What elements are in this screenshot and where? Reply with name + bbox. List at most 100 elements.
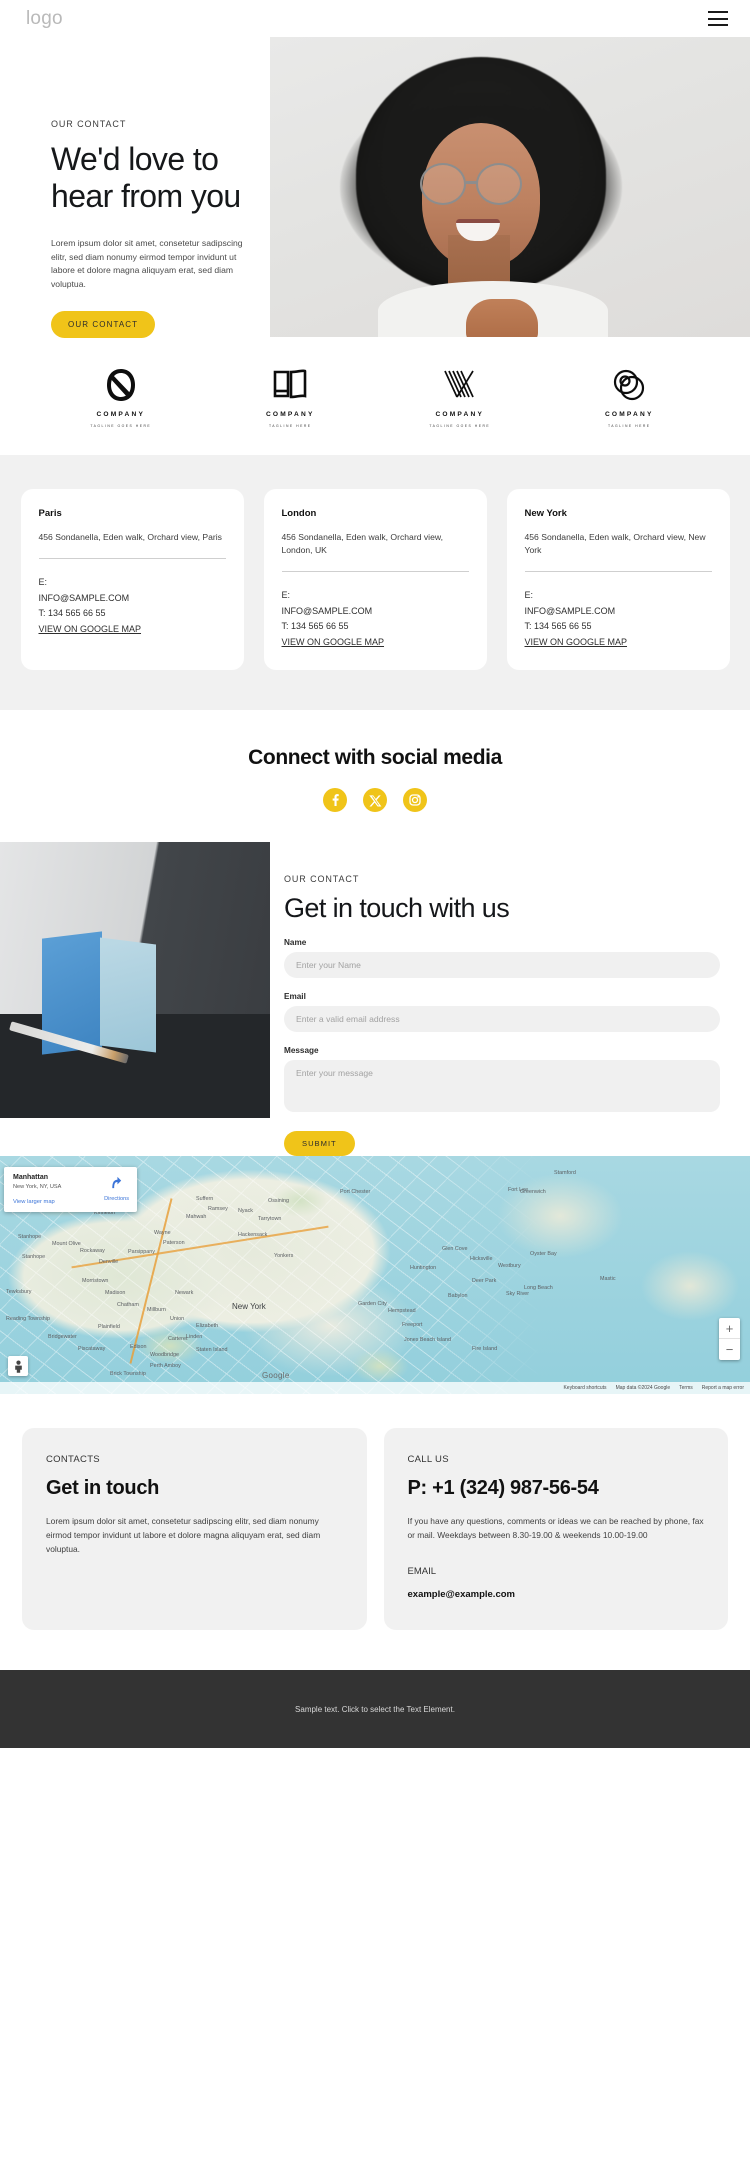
client-logo-item[interactable]: COMPANY TAGLINE GOES HERE [66, 365, 176, 428]
offices-row: Paris 456 Sondanella, Eden walk, Orchard… [20, 489, 730, 670]
office-address: 456 Sondanella, Eden walk, Orchard view,… [281, 532, 443, 555]
office-phone[interactable]: T: 134 565 66 55 [39, 606, 226, 622]
hero-contact-button[interactable]: OUR CONTACT [51, 311, 156, 338]
map-place-label: Edison [130, 1344, 147, 1350]
map-place-label: Rockaway [80, 1248, 105, 1254]
contact-form-section: OUR CONTACT Get in touch with us Name Em… [0, 842, 750, 1156]
divider [524, 571, 712, 572]
instagram-icon[interactable] [403, 788, 427, 812]
submit-button[interactable]: SUBMIT [284, 1131, 355, 1156]
map-place-label: Newark [175, 1290, 194, 1296]
office-phone[interactable]: T: 134 565 66 55 [282, 619, 469, 635]
form-eyebrow: OUR CONTACT [284, 874, 360, 884]
map-place-label: Jones Beach Island [404, 1337, 452, 1343]
office-card-paris: Paris 456 Sondanella, Eden walk, Orchard… [20, 489, 244, 670]
map-place-label: Hempstead [388, 1308, 416, 1314]
map-place-label: Paterson [163, 1240, 185, 1246]
map-place-label: Stanhope [22, 1254, 46, 1260]
site-logo[interactable]: logo [26, 8, 63, 30]
message-label: Message [284, 1046, 319, 1055]
hero-eyebrow: OUR CONTACT [51, 119, 127, 129]
google-wordmark: Google [262, 1371, 290, 1380]
map-place-label: Morristown [82, 1278, 109, 1284]
client-logo-item[interactable]: COMPANY TAGLINE HERE [574, 365, 684, 428]
map-place-label: Westbury [498, 1263, 521, 1269]
map-terms-link[interactable]: Terms [679, 1385, 693, 1391]
map-place-label: Sky River [506, 1291, 530, 1297]
map-place-label: Long Beach [524, 1285, 553, 1291]
message-textarea[interactable] [284, 1060, 720, 1112]
map-place-label: Tewksbury [6, 1289, 32, 1295]
office-map-link[interactable]: VIEW ON GOOGLE MAP [282, 635, 469, 651]
double-circle-logo-icon [611, 365, 647, 405]
client-logo-item[interactable]: COMPANY TAGLINE GOES HERE [405, 365, 515, 428]
striped-v-logo-icon [442, 365, 478, 405]
office-phone[interactable]: T: 134 565 66 55 [525, 619, 712, 635]
office-map-link[interactable]: VIEW ON GOOGLE MAP [39, 622, 226, 638]
map-place-label: Huntington [410, 1265, 437, 1271]
map-attribution-bar: Keyboard shortcuts Map data ©2024 Google… [0, 1382, 750, 1394]
office-card-london: London 456 Sondanella, Eden walk, Orchar… [263, 489, 487, 670]
client-logo-name: COMPANY [435, 410, 485, 418]
x-twitter-icon[interactable] [363, 788, 387, 812]
social-icons-row [0, 788, 750, 812]
map-place-label: Yonkers [274, 1253, 294, 1259]
map-zoom-controls[interactable]: + − [719, 1318, 740, 1360]
map-zoom-in-button[interactable]: + [719, 1318, 740, 1339]
map-place-label: Staten Island [196, 1347, 228, 1353]
map-keyboard-shortcuts[interactable]: Keyboard shortcuts [563, 1385, 606, 1391]
map-place-label: Stanhope [18, 1234, 42, 1240]
office-city: London [281, 508, 317, 519]
google-map-embed[interactable]: New York Newark Yonkers Paterson Kinnelon Sta… [0, 1156, 750, 1394]
facebook-icon[interactable] [323, 788, 347, 812]
call-us-email-label: EMAIL [407, 1566, 437, 1577]
site-footer: Sample text. Click to select the Text El… [0, 1670, 750, 1748]
map-place-label: Oyster Bay [530, 1251, 557, 1257]
divider [38, 558, 226, 559]
map-zoom-out-button[interactable]: − [719, 1339, 740, 1360]
call-us-email[interactable]: example@example.com [408, 1589, 705, 1600]
email-label: Email [284, 992, 306, 1001]
map-place-label: Port Chester [340, 1189, 371, 1195]
map-place-label: Carteret [168, 1336, 188, 1342]
client-logo-name: COMPANY [604, 410, 654, 418]
map-directions-button[interactable]: Directions [104, 1175, 129, 1202]
social-title: Connect with social media [248, 746, 502, 769]
street-view-pegman-icon[interactable] [8, 1356, 28, 1376]
map-place-card: Manhattan New York, NY, USA View larger … [4, 1167, 137, 1212]
call-us-paragraph: If you have any questions, comments or i… [407, 1516, 704, 1540]
office-map-link[interactable]: VIEW ON GOOGLE MAP [525, 635, 712, 651]
office-email[interactable]: INFO@SAMPLE.COM [282, 604, 469, 620]
map-place-label: Woodbridge [150, 1352, 179, 1358]
map-place-label: Union [170, 1316, 185, 1322]
map-place-label: New York [232, 1302, 266, 1311]
hero-portrait-image [270, 37, 750, 337]
hero-copy: OUR CONTACT We'd love to hear from you L… [51, 119, 266, 338]
map-place-label: Babylon [448, 1293, 468, 1299]
stationery-image [0, 842, 270, 1118]
office-city: New York [524, 508, 567, 519]
client-logo-name: COMPANY [96, 410, 146, 418]
office-email[interactable]: INFO@SAMPLE.COM [525, 604, 712, 620]
map-data-credit: Map data ©2024 Google [615, 1385, 671, 1391]
map-directions-label: Directions [104, 1196, 129, 1202]
map-place-label: Ramsey [208, 1206, 228, 1212]
hamburger-menu-icon[interactable] [708, 11, 728, 26]
name-input[interactable] [284, 952, 720, 978]
map-report-error-link[interactable]: Report a map error [702, 1385, 744, 1391]
bottom-contact-section: CONTACTS Get in touch Lorem ipsum dolor … [0, 1394, 750, 1670]
map-place-label: Suffern [196, 1196, 214, 1202]
map-place-label: Ossining [268, 1198, 289, 1204]
map-place-label: Chatham [117, 1302, 139, 1308]
call-us-phone[interactable]: P: +1 (324) 987-56-54 [408, 1477, 705, 1500]
office-email[interactable]: INFO@SAMPLE.COM [39, 591, 226, 607]
site-header: logo [0, 0, 750, 37]
office-email-label: E: [524, 590, 534, 600]
office-email-label: E: [281, 590, 291, 600]
email-input[interactable] [284, 1006, 720, 1032]
map-place-label: Tarrytown [258, 1216, 282, 1222]
client-logo-item[interactable]: COMPANY TAGLINE HERE [235, 365, 345, 428]
footer-text[interactable]: Sample text. Click to select the Text El… [295, 1705, 455, 1714]
call-us-card: CALL US P: +1 (324) 987-56-54 If you hav… [383, 1428, 728, 1630]
map-place-label: Mastic [600, 1276, 616, 1282]
